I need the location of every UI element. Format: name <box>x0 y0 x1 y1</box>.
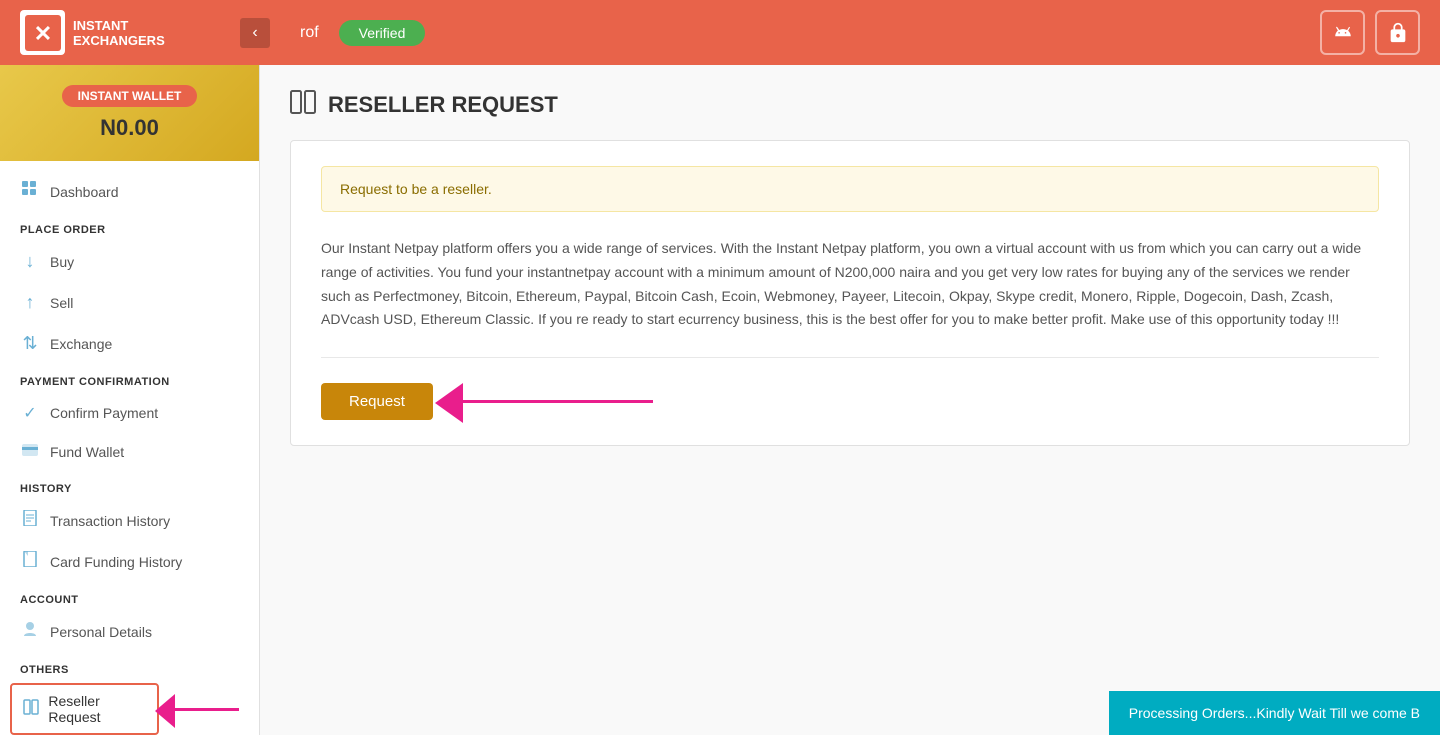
notification-text: Processing Orders...Kindly Wait Till we … <box>1129 705 1420 721</box>
section-account: ACCOUNT <box>0 582 259 611</box>
doc2-icon <box>20 551 40 572</box>
sidebar-item-dashboard[interactable]: Dashboard <box>0 171 259 212</box>
bottom-notification: Processing Orders...Kindly Wait Till we … <box>1109 691 1440 735</box>
top-header: ✕ INSTANT EXCHANGERS ‹ rof Verified <box>0 0 1440 65</box>
lock-icon-button[interactable] <box>1375 10 1420 55</box>
wallet-label: INSTANT WALLET <box>62 85 198 107</box>
svg-text:✕: ✕ <box>33 21 51 46</box>
wallet-area: INSTANT WALLET N0.00 <box>0 65 259 161</box>
sell-icon: ↑ <box>20 292 40 313</box>
sidebar-item-confirm-payment-label: Confirm Payment <box>50 405 158 421</box>
section-place-order: PLACE ORDER <box>0 212 259 241</box>
header-center: rof Verified <box>280 20 1320 46</box>
sidebar-item-personal-details[interactable]: Personal Details <box>0 611 259 652</box>
grid-icon <box>20 181 40 202</box>
card-icon <box>20 443 40 461</box>
sidebar-item-exchange-label: Exchange <box>50 336 112 352</box>
request-arrow <box>453 400 653 403</box>
logo-area: ✕ INSTANT EXCHANGERS ‹ <box>20 10 280 55</box>
section-others: OTHERS <box>0 652 259 681</box>
logo-text: INSTANT EXCHANGERS <box>73 18 165 48</box>
sidebar-item-dashboard-label: Dashboard <box>50 184 119 200</box>
wallet-amount: N0.00 <box>20 115 239 141</box>
info-banner: Request to be a reseller. <box>321 166 1379 212</box>
description-text: Our Instant Netpay platform offers you a… <box>321 237 1379 332</box>
sidebar-item-buy-label: Buy <box>50 254 74 270</box>
sidebar-collapse-button[interactable]: ‹ <box>240 18 270 48</box>
logo-icon: ✕ <box>20 10 65 55</box>
content-area: RESELLER REQUEST Request to be a reselle… <box>260 65 1440 735</box>
sidebar-item-buy[interactable]: ↓ Buy <box>0 241 259 282</box>
page-title: RESELLER REQUEST <box>328 92 558 118</box>
section-history: HISTORY <box>0 471 259 500</box>
reseller-arrow-row: Reseller Request <box>0 681 259 735</box>
doc-icon <box>20 510 40 531</box>
sidebar-item-transaction-history[interactable]: Transaction History <box>0 500 259 541</box>
sidebar-item-exchange[interactable]: ⇅ Exchange <box>0 323 259 364</box>
sidebar-item-transaction-history-label: Transaction History <box>50 513 170 529</box>
sidebar-item-card-funding-history-label: Card Funding History <box>50 554 182 570</box>
header-username: rof <box>300 24 319 42</box>
main-layout: INSTANT WALLET N0.00 Dashboard PLACE ORD… <box>0 65 1440 735</box>
sidebar-item-reseller-request[interactable]: Reseller Request <box>10 683 159 735</box>
sidebar-item-fund-wallet-label: Fund Wallet <box>50 444 124 460</box>
request-row: Request <box>321 383 1379 420</box>
book-icon <box>22 699 40 720</box>
sidebar-item-card-funding-history[interactable]: Card Funding History <box>0 541 259 582</box>
reseller-card: Request to be a reseller. Our Instant Ne… <box>290 140 1410 446</box>
sidebar-item-sell-label: Sell <box>50 295 73 311</box>
sidebar-item-sell[interactable]: ↑ Sell <box>0 282 259 323</box>
exchange-icon: ⇅ <box>20 333 40 354</box>
verified-badge: Verified <box>339 20 426 46</box>
sidebar: INSTANT WALLET N0.00 Dashboard PLACE ORD… <box>0 65 260 735</box>
sidebar-item-confirm-payment[interactable]: ✓ Confirm Payment <box>0 393 259 433</box>
sidebar-item-personal-details-label: Personal Details <box>50 624 152 640</box>
divider <box>321 357 1379 358</box>
header-icons <box>1320 10 1420 55</box>
user-icon <box>20 621 40 642</box>
confirm-icon: ✓ <box>20 403 40 423</box>
sidebar-item-reseller-request-label: Reseller Request <box>48 693 147 725</box>
sidebar-nav: Dashboard PLACE ORDER ↓ Buy ↑ Sell ⇅ Exc… <box>0 161 259 735</box>
sidebar-item-fund-wallet[interactable]: Fund Wallet <box>0 433 259 471</box>
buy-icon: ↓ <box>20 251 40 272</box>
android-icon-button[interactable] <box>1320 10 1365 55</box>
reseller-title-icon <box>290 90 316 120</box>
sidebar-arrow <box>169 689 259 729</box>
request-button[interactable]: Request <box>321 383 433 420</box>
page-title-row: RESELLER REQUEST <box>290 90 1410 120</box>
section-payment-confirmation: PAYMENT CONFIRMATION <box>0 364 259 393</box>
